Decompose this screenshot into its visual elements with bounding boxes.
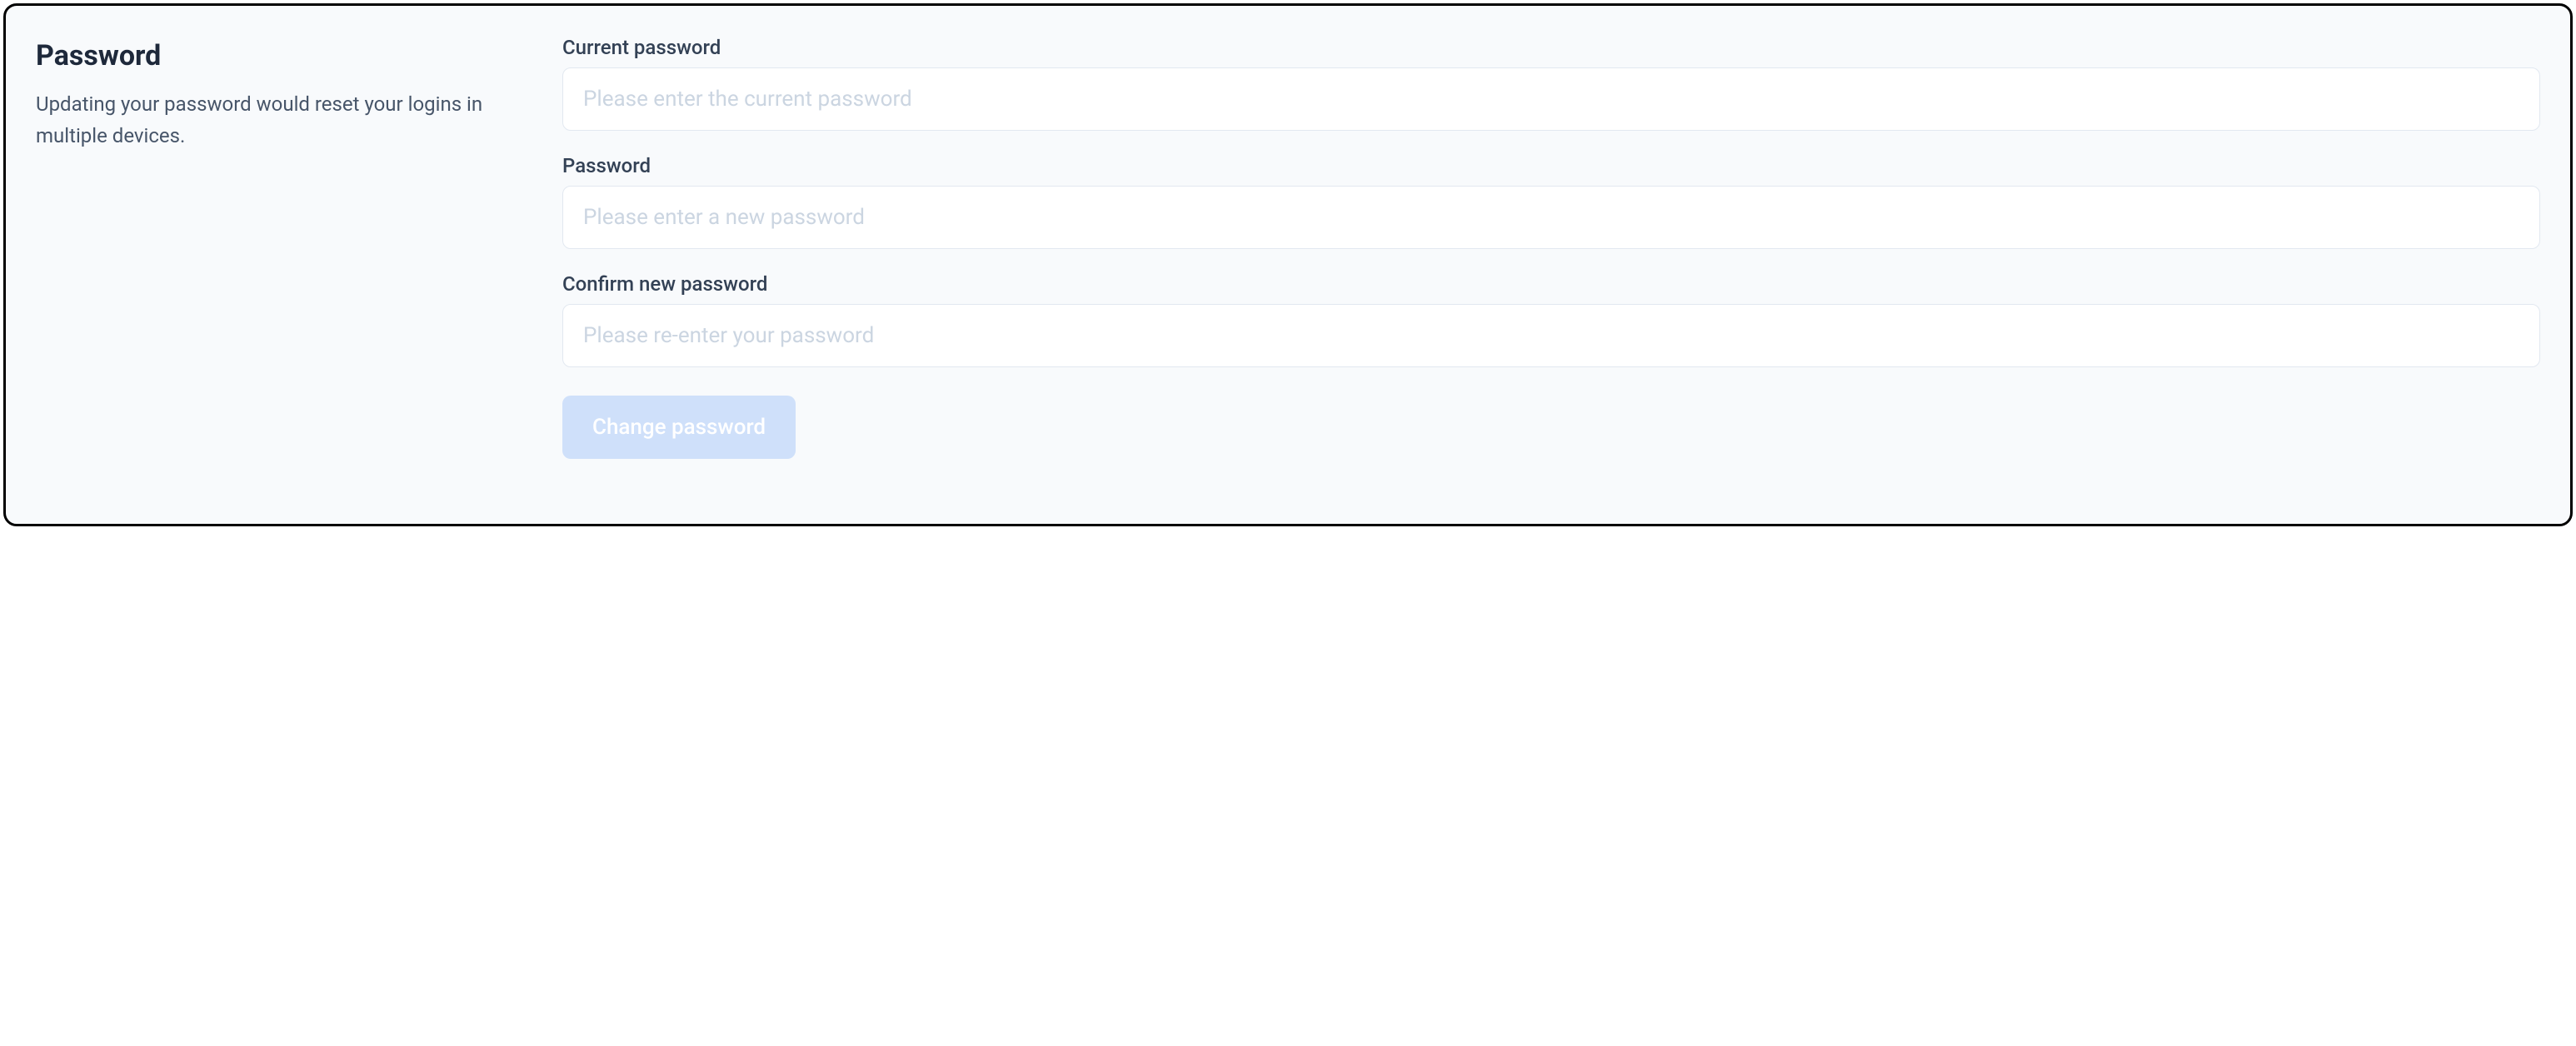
section-title: Password (36, 39, 502, 73)
password-form: Current password Password Confirm new pa… (562, 36, 2540, 491)
confirm-password-input[interactable] (562, 304, 2540, 367)
section-header: Password Updating your password would re… (36, 36, 502, 491)
current-password-field: Current password (562, 36, 2540, 131)
change-password-button[interactable]: Change password (562, 396, 796, 459)
new-password-label: Password (562, 154, 2540, 177)
section-description: Updating your password would reset your … (36, 88, 502, 152)
current-password-input[interactable] (562, 67, 2540, 131)
submit-row: Change password (562, 396, 2540, 459)
new-password-field: Password (562, 154, 2540, 249)
current-password-label: Current password (562, 36, 2540, 59)
confirm-password-field: Confirm new password (562, 272, 2540, 367)
password-settings-card: Password Updating your password would re… (3, 3, 2573, 526)
new-password-input[interactable] (562, 186, 2540, 249)
confirm-password-label: Confirm new password (562, 272, 2540, 296)
